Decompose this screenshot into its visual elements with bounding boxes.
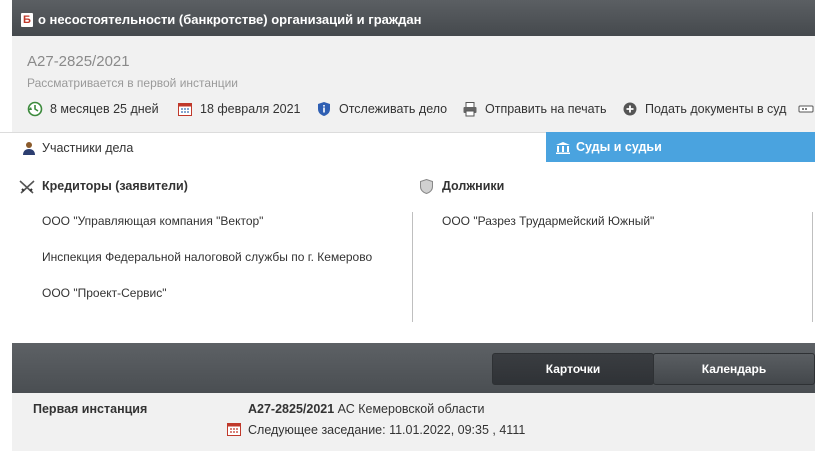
printer-icon <box>462 101 478 117</box>
calendar-view-button[interactable]: Календарь <box>653 353 815 385</box>
creditors-heading: Кредиторы (заявители) <box>42 179 188 193</box>
shield-icon <box>420 178 433 195</box>
debtors-heading: Должники <box>442 179 505 193</box>
case-duration-label: 8 месяцев 25 дней <box>50 102 159 116</box>
crossed-swords-icon <box>19 180 35 194</box>
column-divider <box>812 212 813 322</box>
instance-court: АС Кемеровской области <box>337 402 485 416</box>
debtors-list: ООО "Разрез Трудармейский Южный" <box>442 214 654 250</box>
case-info-panel: А27-2825/2021 Рассматривается в первой и… <box>12 36 815 132</box>
instance-case[interactable]: А27-2825/2021 АС Кемеровской области <box>248 402 484 416</box>
creditor-item[interactable]: ООО "Управляющая компания "Вектор" <box>42 214 372 250</box>
tab-courts[interactable]: Суды и судьи <box>546 132 815 162</box>
instance-label: Первая инстанция <box>33 402 148 416</box>
case-start-date-label: 18 февраля 2021 <box>200 102 301 116</box>
plus-circle-icon <box>622 101 638 117</box>
tab-participants[interactable]: Участники дела <box>0 132 546 163</box>
print-label: Отправить на печать <box>485 102 607 116</box>
creditor-item[interactable]: Инспекция Федеральной налоговой службы п… <box>42 250 372 286</box>
courthouse-icon <box>556 141 570 154</box>
case-number: А27-2825/2021 <box>27 53 130 70</box>
column-divider <box>412 212 413 322</box>
debtor-item[interactable]: ООО "Разрез Трудармейский Южный" <box>442 214 654 250</box>
next-session: Следующее заседание: 11.01.2022, 09:35 ,… <box>248 423 526 437</box>
case-category-header: Б о несостоятельности (банкротстве) орга… <box>12 0 815 36</box>
creditor-item[interactable]: ООО "Проект-Сервис" <box>42 286 372 322</box>
more-actions-icon[interactable] <box>798 100 815 118</box>
shield-info-icon <box>316 101 332 117</box>
dots-icon <box>798 101 814 117</box>
creditors-list: ООО "Управляющая компания "Вектор" Инспе… <box>42 214 372 322</box>
calendar-icon <box>227 422 241 436</box>
tab-courts-label: Суды и судьи <box>576 140 662 154</box>
instance-case-number: А27-2825/2021 <box>248 402 335 416</box>
case-category-title: о несостоятельности (банкротстве) органи… <box>38 12 422 27</box>
track-case-label: Отслеживать дело <box>339 102 448 116</box>
person-icon <box>23 141 35 155</box>
case-start-date: 18 февраля 2021 <box>177 100 301 118</box>
case-status: Рассматривается в первой инстанции <box>27 76 238 90</box>
tab-participants-label: Участники дела <box>42 141 134 155</box>
print-button[interactable]: Отправить на печать <box>462 100 607 118</box>
view-switch-bar: Карточки Календарь <box>12 343 815 393</box>
instance-row: Первая инстанция А27-2825/2021 АС Кемеро… <box>12 393 815 451</box>
case-tabs: Участники дела Суды и судьи <box>0 132 815 163</box>
submit-documents-label: Подать документы в суд <box>645 102 787 116</box>
case-duration: 8 месяцев 25 дней <box>27 100 159 118</box>
clock-arrow-icon <box>27 101 43 117</box>
bankruptcy-badge-icon: Б <box>21 13 33 27</box>
submit-documents-button[interactable]: Подать документы в суд <box>622 100 786 118</box>
participants-panel: Кредиторы (заявители) ООО "Управляющая к… <box>0 162 815 342</box>
cards-view-button[interactable]: Карточки <box>492 353 654 385</box>
track-case-button[interactable]: Отслеживать дело <box>316 100 447 118</box>
calendar-icon <box>177 101 193 117</box>
